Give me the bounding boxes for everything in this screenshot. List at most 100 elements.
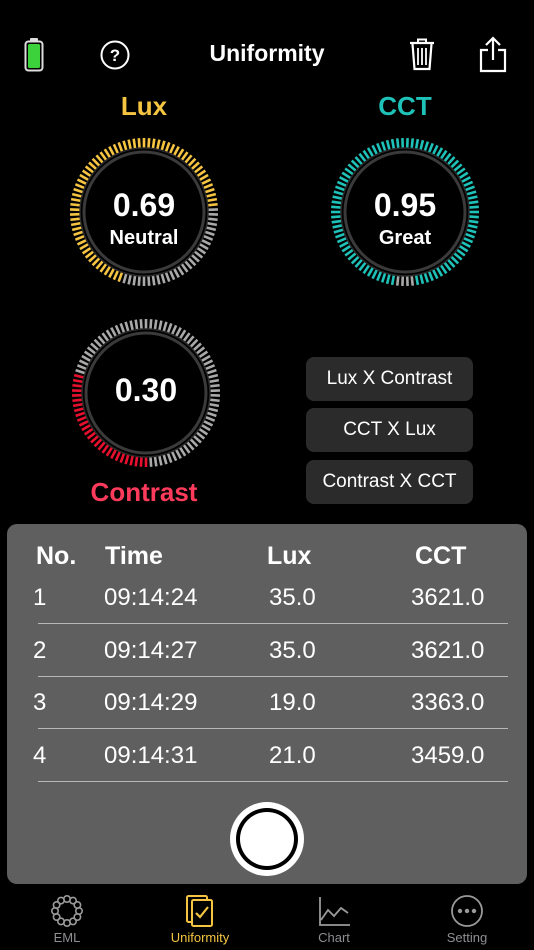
gauge-segment (180, 263, 189, 273)
gauge-segment (108, 146, 116, 157)
gauge-segment (186, 335, 195, 345)
gauge-segment (105, 329, 114, 340)
record-button-core (240, 812, 294, 866)
gauge-segment (450, 159, 460, 169)
share-icon[interactable] (478, 36, 508, 74)
gauge-segment (83, 350, 94, 359)
gauge-segment (149, 319, 153, 330)
gauge-segment (117, 271, 124, 282)
contrast-x-cct-button[interactable]: Contrast X CCT (306, 460, 473, 504)
gauge-segment (344, 167, 354, 176)
cct-uniformity-rating: Great (378, 227, 432, 249)
gauge-segment (431, 144, 439, 156)
gauge-segment (160, 273, 166, 284)
gauge-segment (147, 138, 151, 149)
tab-chart[interactable]: Chart (274, 890, 394, 950)
gauge-segment (206, 411, 217, 418)
gauge-segment (88, 253, 98, 263)
lux-x-contrast-button[interactable]: Lux X Contrast (306, 357, 473, 401)
gauge-segment (350, 255, 360, 265)
table-row[interactable]: 3 09:14:29 19.0 3363.0 (0, 689, 534, 741)
row-cct: 3621.0 (411, 584, 485, 611)
gauge-segment (180, 151, 189, 161)
gauge-segment (132, 138, 137, 149)
lux-uniformity-value: 0.69 (112, 187, 176, 223)
gauge-segment (139, 456, 143, 467)
gauge-segment (204, 364, 216, 371)
table-row[interactable]: 4 09:14:31 21.0 3459.0 (0, 742, 534, 794)
tab-chart-label: Chart (318, 930, 350, 945)
gauge-segment (450, 255, 460, 265)
tab-eml[interactable]: EML (7, 890, 127, 950)
gauge-segment (380, 141, 387, 152)
gauge-segment (122, 273, 128, 284)
gauge-segment (83, 427, 94, 436)
gauge-segment (79, 173, 90, 182)
gauge-segment (122, 140, 128, 151)
gauge-segment (380, 272, 387, 283)
column-header-cct: CCT (415, 542, 467, 570)
gauge-segment (97, 335, 106, 345)
table-row[interactable]: 1 09:14:24 35.0 3621.0 (0, 584, 534, 636)
gauge-segment (202, 419, 214, 427)
gauge-segment (147, 275, 151, 286)
gauge-segment (453, 252, 463, 261)
gauge-segment (88, 161, 98, 171)
gauge-segment (419, 273, 425, 285)
row-divider (38, 623, 508, 624)
gauge-segment (446, 156, 456, 166)
lux-gauge-title: Lux (120, 91, 168, 121)
gauge-segment (192, 434, 202, 444)
gauge-segment (91, 157, 101, 167)
gauge-segment (190, 161, 200, 171)
row-cct: 3459.0 (411, 742, 485, 769)
trash-icon[interactable] (407, 36, 437, 72)
gauge-segment (443, 152, 452, 163)
row-divider (38, 781, 508, 782)
record-measurement-button[interactable] (230, 802, 304, 876)
gauge-segment (81, 354, 92, 363)
tab-setting[interactable]: Setting (407, 890, 527, 950)
gauge-segment (358, 152, 367, 163)
eml-dots-icon (50, 894, 83, 927)
row-lux: 21.0 (269, 742, 316, 769)
gauge-segment (95, 260, 104, 270)
tab-eml-label: EML (53, 930, 81, 945)
gauge-segment (99, 151, 108, 161)
row-time: 09:14:24 (104, 584, 198, 611)
gauge-segment (170, 324, 178, 336)
cct-x-lux-button[interactable]: CCT X Lux (306, 408, 473, 452)
gauge-segment (347, 163, 357, 172)
gauge-segment (198, 173, 209, 182)
column-header-time: Time (105, 542, 163, 570)
gauge-segment (158, 455, 163, 466)
gauge-segment (419, 139, 425, 151)
gauge-segment (86, 346, 97, 355)
gauge-segment (93, 338, 103, 348)
gauge-segment (423, 272, 430, 283)
row-lux: 35.0 (269, 637, 316, 664)
table-row[interactable]: 2 09:14:27 35.0 3621.0 (0, 637, 534, 689)
gauge-segment (362, 149, 371, 160)
gauge-segment (170, 450, 178, 462)
tab-uniformity[interactable]: Uniformity (140, 890, 260, 950)
row-divider (38, 728, 508, 729)
gauge-segment (127, 274, 132, 285)
gauge-segment (119, 323, 126, 334)
eml-dot (73, 901, 82, 910)
gauge-segment (431, 268, 439, 280)
contrast-gauge-title: Contrast (90, 477, 198, 507)
gauge-segment (153, 319, 158, 330)
gauge-segment (105, 446, 114, 457)
gauge-segment (101, 444, 110, 454)
gauge-segment (460, 176, 471, 184)
gauge-segment (200, 354, 211, 363)
gauge-segment (112, 143, 120, 155)
gauge-segment (162, 454, 168, 465)
gauge-segment (193, 250, 204, 259)
gauge-segment (427, 142, 434, 154)
gauge-segment (151, 275, 156, 286)
gauge-segment (439, 149, 448, 160)
gauge-segment (90, 342, 100, 352)
gauge-segment (366, 266, 375, 277)
